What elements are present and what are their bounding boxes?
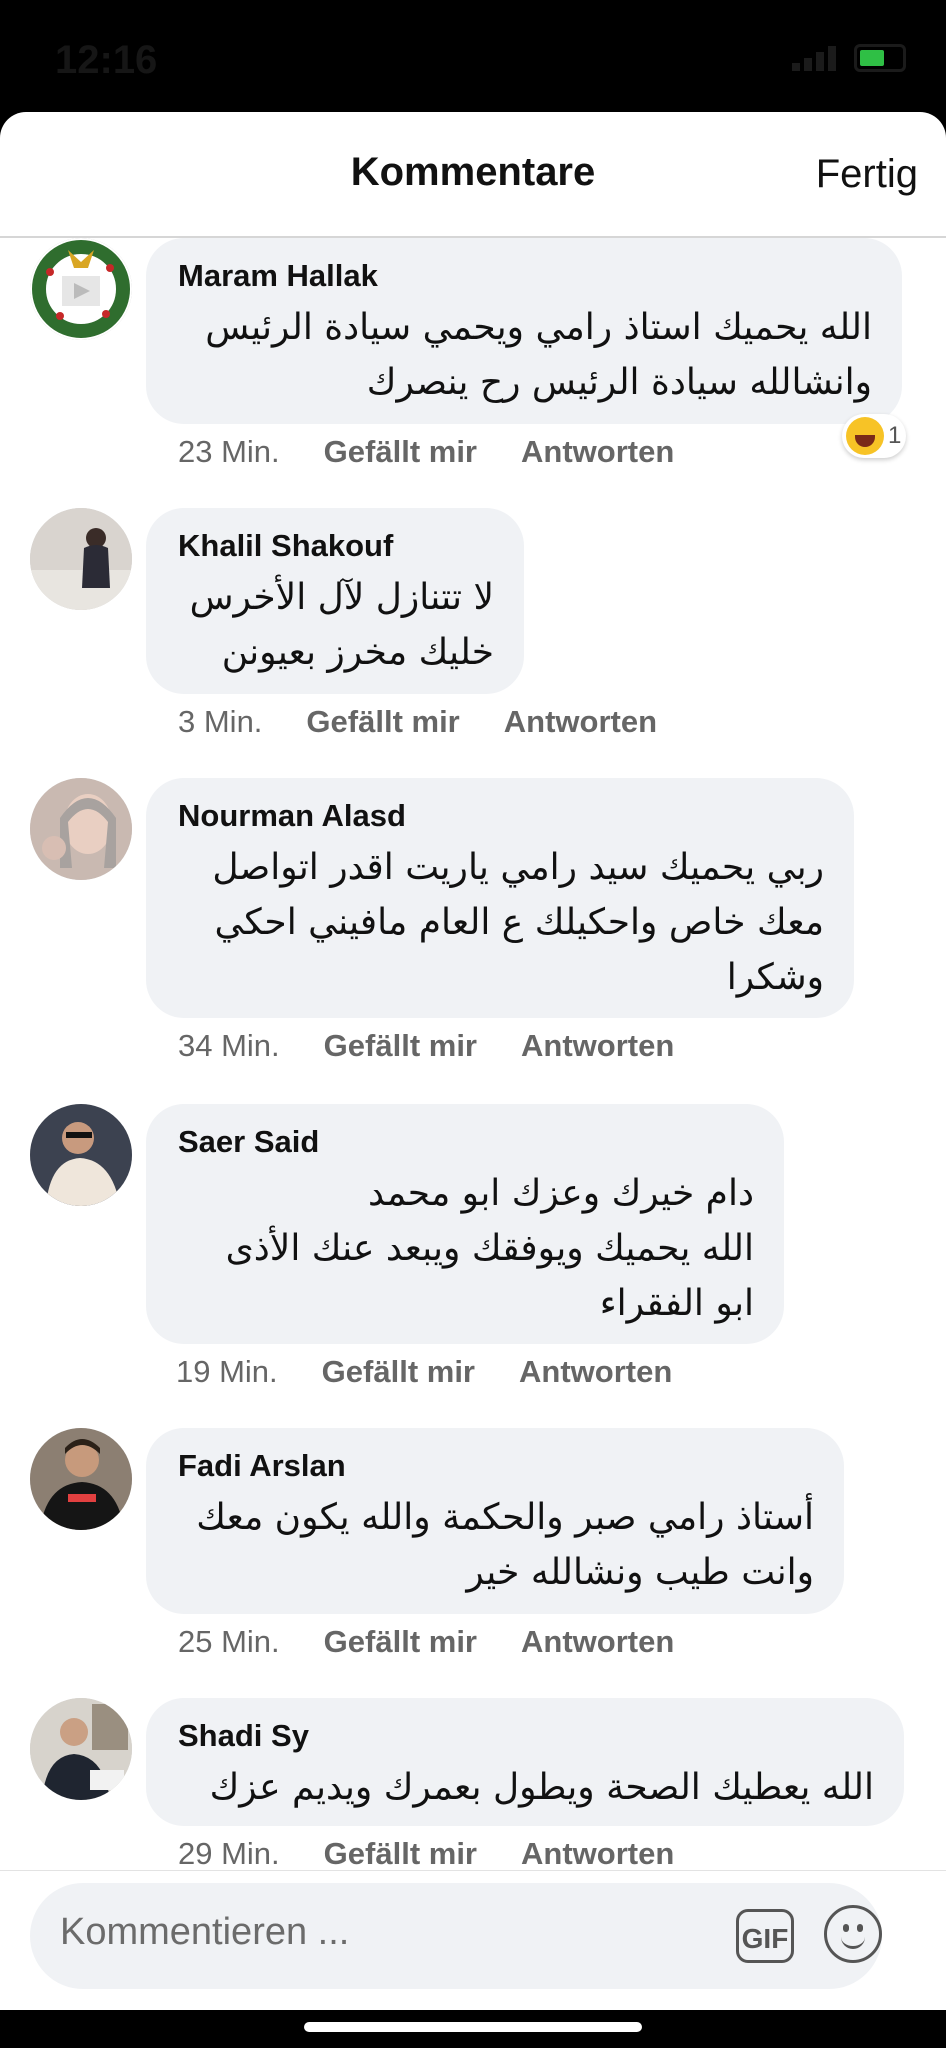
person-avatar-icon <box>30 778 132 880</box>
like-button[interactable]: Gefällt mir <box>324 1624 477 1660</box>
comment-bubble[interactable]: Fadi Arslan أستاذ رامي صبر والحكمة والله… <box>146 1428 844 1614</box>
reply-button[interactable]: Antworten <box>504 704 657 740</box>
comments-sheet: Kommentare Fertig Maram Hallak الله يحمي… <box>0 112 946 2010</box>
person-avatar-icon <box>30 1104 132 1206</box>
comment-actions: 3 Min. Gefällt mir Antworten <box>178 704 657 740</box>
comment-time: 29 Min. <box>178 1836 280 1871</box>
like-button[interactable]: Gefällt mir <box>324 434 477 470</box>
like-button[interactable]: Gefällt mir <box>306 704 459 740</box>
avatar[interactable] <box>30 1428 132 1530</box>
comment-bubble[interactable]: Saer Said دام خيرك وعزك ابو محمد الله يح… <box>146 1104 784 1344</box>
comment-time: 23 Min. <box>178 434 280 469</box>
comment-input[interactable]: Kommentieren ... GIF <box>30 1883 882 1989</box>
comment-time: 34 Min. <box>178 1028 280 1063</box>
comment-author[interactable]: Fadi Arslan <box>178 1448 814 1484</box>
gif-button[interactable]: GIF <box>736 1909 794 1963</box>
comment-actions: 23 Min. Gefällt mir Antworten <box>178 434 674 470</box>
comment-author[interactable]: Khalil Shakouf <box>178 528 494 564</box>
reply-button[interactable]: Antworten <box>521 1028 674 1064</box>
reaction-count: 1 <box>888 422 902 449</box>
comment-actions: 25 Min. Gefällt mir Antworten <box>178 1624 674 1660</box>
comment-text: الله يحميك استاذ رامي ويحمي سيادة الرئيس… <box>205 307 872 403</box>
comment-bubble[interactable]: Maram Hallak الله يحميك استاذ رامي ويحمي… <box>146 238 902 424</box>
comment-bubble[interactable]: Shadi Sy الله يعطيك الصحة ويطول بعمرك وي… <box>146 1698 904 1826</box>
comment-author[interactable]: Saer Said <box>178 1124 754 1160</box>
comment-time: 19 Min. <box>176 1354 278 1389</box>
wreath-avatar-icon <box>30 238 132 340</box>
comment-text: دام خيرك وعزك ابو محمد الله يحميك ويوفقك… <box>225 1173 754 1324</box>
like-button[interactable]: Gefällt mir <box>324 1836 477 1872</box>
comment-input-placeholder: Kommentieren ... <box>60 1911 350 1953</box>
status-bar: 12:16 <box>0 0 946 110</box>
done-button[interactable]: Fertig <box>816 152 918 197</box>
person-avatar-icon <box>30 1698 132 1800</box>
comment-text: أستاذ رامي صبر والحكمة والله يكون معك وا… <box>196 1497 814 1593</box>
emoji-icon[interactable] <box>824 1905 882 1963</box>
reply-button[interactable]: Antworten <box>521 434 674 470</box>
comment-list[interactable]: Maram Hallak الله يحميك استاذ رامي ويحمي… <box>0 238 946 1982</box>
comments-header: Kommentare Fertig <box>0 112 946 238</box>
battery-icon <box>854 44 906 72</box>
comment-text: الله يعطيك الصحة ويطول بعمرك ويديم عزك <box>209 1767 874 1808</box>
avatar[interactable] <box>30 1104 132 1206</box>
page-title: Kommentare <box>350 150 596 194</box>
comment-time: 3 Min. <box>178 704 263 739</box>
home-indicator[interactable] <box>304 2022 642 2032</box>
avatar[interactable] <box>30 508 132 610</box>
reply-button[interactable]: Antworten <box>521 1624 674 1660</box>
comment-actions: 19 Min. Gefällt mir Antworten <box>176 1354 672 1390</box>
like-button[interactable]: Gefällt mir <box>322 1354 475 1390</box>
comment-bubble[interactable]: Nourman Alasd ربي يحميك سيد رامي ياريت ا… <box>146 778 854 1018</box>
reply-button[interactable]: Antworten <box>519 1354 672 1390</box>
status-icons <box>792 44 906 72</box>
comment-composer: Kommentieren ... GIF <box>0 1870 946 2011</box>
avatar[interactable] <box>30 1698 132 1800</box>
comment-time: 25 Min. <box>178 1624 280 1659</box>
avatar[interactable] <box>30 238 132 340</box>
reply-button[interactable]: Antworten <box>521 1836 674 1872</box>
status-time: 12:16 <box>55 38 158 82</box>
comment-author[interactable]: Nourman Alasd <box>178 798 824 834</box>
home-bar <box>0 2010 946 2048</box>
haha-reaction-icon <box>846 417 884 455</box>
reaction-badge[interactable]: 1 <box>842 414 906 458</box>
like-button[interactable]: Gefällt mir <box>324 1028 477 1064</box>
comment-actions: 34 Min. Gefällt mir Antworten <box>178 1028 674 1064</box>
comment-text: ربي يحميك سيد رامي ياريت اقدر اتواصل معك… <box>212 847 824 998</box>
cellular-signal-icon <box>792 45 840 71</box>
avatar[interactable] <box>30 778 132 880</box>
person-avatar-icon <box>30 1428 132 1530</box>
comment-text: لا تتنازل لآل الأخرس خليك مخرز بعيونن <box>189 577 494 673</box>
person-avatar-icon <box>30 508 132 610</box>
comment-author[interactable]: Shadi Sy <box>178 1718 874 1754</box>
comment-author[interactable]: Maram Hallak <box>178 258 872 294</box>
comment-bubble[interactable]: Khalil Shakouf لا تتنازل لآل الأخرس خليك… <box>146 508 524 694</box>
comment-actions: 29 Min. Gefällt mir Antworten <box>178 1836 674 1872</box>
